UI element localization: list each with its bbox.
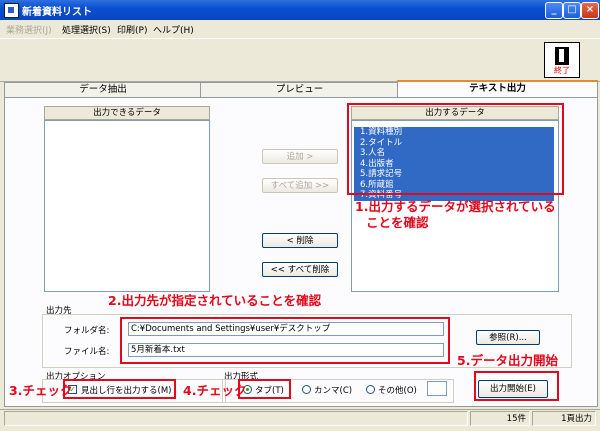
menu-help[interactable]: ヘルプ(H): [153, 23, 194, 36]
status-main: [4, 411, 468, 426]
folder-label: フォルダ名:: [64, 326, 110, 336]
available-data-list[interactable]: [44, 120, 210, 292]
other-separator-input[interactable]: [427, 381, 447, 396]
tab-data-extract[interactable]: データ抽出: [4, 82, 202, 98]
menu-bar: 業務選択(J) 処理選択(S) 印刷(P) ヘルプ(H): [0, 20, 600, 38]
exit-label: 終了: [554, 66, 570, 75]
annotation-3: 3.チェック: [9, 383, 73, 398]
annotation-5: 5.データ出力開始: [457, 353, 558, 368]
comma-radio-label[interactable]: カンマ(C): [314, 384, 352, 396]
title-bar: 新着資料リスト _ □ ×: [0, 0, 600, 20]
menu-print[interactable]: 印刷(P): [117, 23, 147, 36]
annotation-box-destination: [120, 317, 450, 364]
available-list-header: 出力できるデータ: [44, 106, 210, 120]
annotation-1-line2: ことを確認: [366, 215, 429, 230]
other-radio[interactable]: [366, 385, 375, 394]
maximize-button[interactable]: □: [563, 2, 581, 19]
annotation-box-output-list: [347, 103, 564, 195]
exit-button[interactable]: 終了: [544, 42, 580, 78]
annotation-box-checkbox: [63, 379, 176, 399]
menu-gyomu[interactable]: 業務選択(J): [6, 23, 52, 36]
other-radio-label[interactable]: その他(O): [378, 384, 417, 396]
close-button[interactable]: ×: [581, 2, 599, 19]
annotation-1-line1: 1.出力するデータが選択されている: [355, 199, 556, 214]
menu-shori[interactable]: 処理選択(S): [62, 23, 111, 36]
app-icon: [4, 3, 19, 18]
browse-button[interactable]: 参照(R)...: [476, 330, 540, 345]
tab-preview[interactable]: プレビュー: [200, 82, 399, 98]
toolbar: [0, 38, 600, 82]
exit-door-icon: [555, 47, 569, 65]
file-label: ファイル名:: [64, 347, 110, 357]
window-title: 新着資料リスト: [22, 7, 92, 18]
annotation-box-start: [474, 371, 559, 401]
status-page: 1頁出力: [532, 411, 596, 426]
annotation-4: 4.チェック: [183, 383, 247, 398]
remove-button[interactable]: < 削除: [262, 233, 338, 248]
annotation-2: 2.出力先が指定されていることを確認: [108, 293, 322, 308]
comma-radio[interactable]: [302, 385, 311, 394]
status-count: 15件: [470, 411, 530, 426]
minimize-button[interactable]: _: [545, 2, 563, 19]
add-button[interactable]: 追加 >: [262, 149, 338, 164]
add-all-button[interactable]: すべて追加 >>: [262, 178, 338, 193]
remove-all-button[interactable]: << すべて削除: [262, 262, 338, 277]
